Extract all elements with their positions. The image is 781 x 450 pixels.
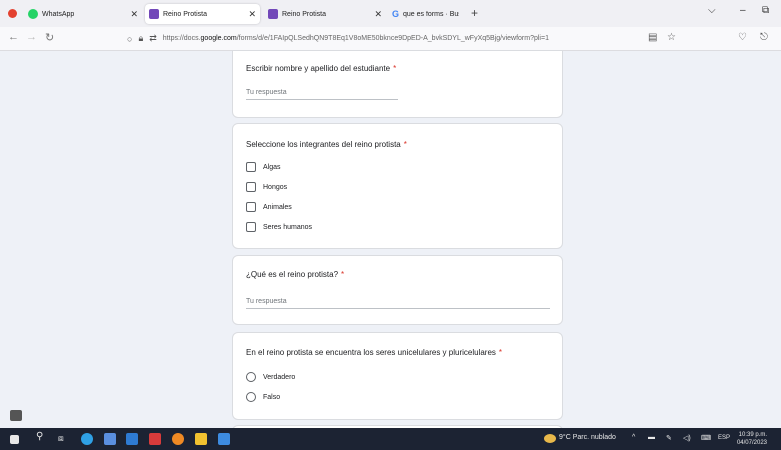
- radio-option-verdadero[interactable]: Verdadero: [246, 372, 295, 382]
- google-icon: G: [392, 9, 400, 19]
- shield-icon: ○: [127, 33, 133, 44]
- task-view-icon[interactable]: ⧈: [58, 433, 64, 444]
- firefox-icon[interactable]: [8, 9, 17, 18]
- language-indicator[interactable]: ESP: [718, 435, 730, 441]
- store-icon[interactable]: [104, 433, 116, 445]
- edge-icon[interactable]: [81, 433, 93, 445]
- reload-icon[interactable]: ↻: [45, 31, 54, 44]
- reader-view-icon[interactable]: ▤: [648, 32, 657, 43]
- checkbox-option-hongos[interactable]: Hongos: [246, 182, 287, 192]
- forms-icon: [268, 9, 278, 19]
- checkbox-option-seres-humanos[interactable]: Seres humanos: [246, 222, 312, 232]
- question-card-que-es: ¿Qué es el reino protista? * Tu respuesta: [232, 255, 563, 325]
- network-icon[interactable]: ▬: [648, 434, 655, 441]
- que-es-answer-input[interactable]: Tu respuesta: [246, 298, 550, 309]
- checkbox-option-algas[interactable]: Algas: [246, 162, 281, 172]
- windows-start-icon[interactable]: [10, 435, 19, 444]
- tab-bar: WhatsApp ✕ Reino Protista ✕ Reino Protis…: [0, 0, 781, 27]
- tab-label: que es forms · Buscar con Goo...: [403, 10, 459, 18]
- search-icon[interactable]: ⚲: [36, 431, 43, 442]
- url-host: google.com: [200, 35, 237, 42]
- file-explorer-icon[interactable]: [195, 433, 207, 445]
- question-card-integrantes: Seleccione los integrantes del reino pro…: [232, 123, 563, 249]
- lock-icon: 🔒︎: [138, 33, 144, 43]
- question-card-name: Escribir nombre y apellido del estudiant…: [232, 50, 563, 118]
- volume-icon[interactable]: ◁): [683, 434, 691, 442]
- new-tab-icon[interactable]: +: [471, 6, 478, 20]
- clock-date: 04/07/2023: [736, 440, 767, 446]
- tab-label: Reino Protista: [282, 10, 326, 18]
- back-icon[interactable]: ←: [8, 31, 19, 43]
- chevron-up-icon[interactable]: ^: [632, 434, 635, 441]
- forms-icon: [149, 9, 159, 19]
- url-bar[interactable]: ○ 🔒︎ ⇄ https://docs. google.com/forms/d/e…: [127, 30, 687, 47]
- url-prefix: https://docs.: [162, 35, 201, 42]
- mail-icon[interactable]: [126, 433, 138, 445]
- clock-time: 10:39 p.m.: [738, 432, 767, 438]
- name-answer-input[interactable]: Tu respuesta: [246, 89, 398, 100]
- extensions-icon[interactable]: ⎋: [760, 32, 768, 43]
- radio-button[interactable]: [246, 392, 256, 402]
- required-asterisk: *: [498, 348, 503, 357]
- required-asterisk: *: [341, 270, 345, 279]
- question-title: ¿Qué es el reino protista? *: [246, 270, 345, 279]
- app-icon[interactable]: [218, 433, 230, 445]
- question-title: En el reino protista se encuentra los se…: [246, 348, 503, 357]
- tab-google-search[interactable]: G que es forms · Buscar con Goo...: [388, 4, 464, 24]
- weather-icon: [544, 434, 556, 443]
- taskbar: ⚲ ⧈ 9°C Parc. nublado ^ ▬ ✎ ◁) ⌨ ESP 10:…: [0, 428, 781, 450]
- close-icon[interactable]: ✕: [130, 9, 138, 20]
- keyboard-icon[interactable]: ⌨: [701, 434, 711, 442]
- tab-label: WhatsApp: [42, 10, 75, 18]
- close-icon[interactable]: ✕: [374, 9, 382, 20]
- firefox-taskbar-icon[interactable]: [172, 433, 184, 445]
- question-title: Escribir nombre y apellido del estudiant…: [246, 64, 397, 73]
- radio-button[interactable]: [246, 372, 256, 382]
- required-asterisk: *: [393, 64, 397, 73]
- chevron-down-icon[interactable]: ⌵: [708, 5, 716, 16]
- whatsapp-icon: [28, 9, 38, 19]
- checkbox[interactable]: [246, 182, 256, 192]
- checkbox[interactable]: [246, 162, 256, 172]
- office-icon[interactable]: [149, 433, 161, 445]
- feedback-icon[interactable]: [10, 410, 22, 421]
- url-path: /forms/d/e/1FAIpQLSedhQN9T8Eq1V8oME50bkn…: [236, 35, 549, 42]
- checkbox[interactable]: [246, 222, 256, 232]
- question-card-verdadero-falso: En el reino protista se encuentra los se…: [232, 332, 563, 420]
- restore-icon[interactable]: ⧉: [762, 5, 769, 16]
- checkbox-option-animales[interactable]: Animales: [246, 202, 292, 212]
- weather-text[interactable]: 9°C Parc. nublado: [559, 434, 616, 441]
- close-icon[interactable]: ✕: [248, 9, 256, 20]
- clock[interactable]: 10:39 p.m. 04/07/2023: [737, 431, 767, 447]
- required-asterisk: *: [403, 140, 407, 149]
- tab-reino-protista-2[interactable]: Reino Protista ✕: [264, 4, 386, 24]
- navigation-bar: ← → ↻ ○ 🔒︎ ⇄ https://docs. google.com/for…: [0, 27, 781, 51]
- bookmark-star-icon[interactable]: ☆: [667, 32, 676, 43]
- radio-option-falso[interactable]: Falso: [246, 392, 280, 402]
- tab-reino-protista-1[interactable]: Reino Protista ✕: [145, 4, 260, 24]
- minimize-icon[interactable]: –: [740, 5, 746, 16]
- tab-whatsapp[interactable]: WhatsApp ✕: [24, 4, 142, 24]
- forward-icon[interactable]: →: [26, 31, 37, 43]
- question-title: Seleccione los integrantes del reino pro…: [246, 140, 407, 149]
- permissions-icon: ⇄: [149, 33, 157, 43]
- pen-icon[interactable]: ✎: [666, 434, 672, 442]
- checkbox[interactable]: [246, 202, 256, 212]
- pocket-icon[interactable]: ♡: [738, 32, 747, 43]
- tab-label: Reino Protista: [163, 10, 207, 18]
